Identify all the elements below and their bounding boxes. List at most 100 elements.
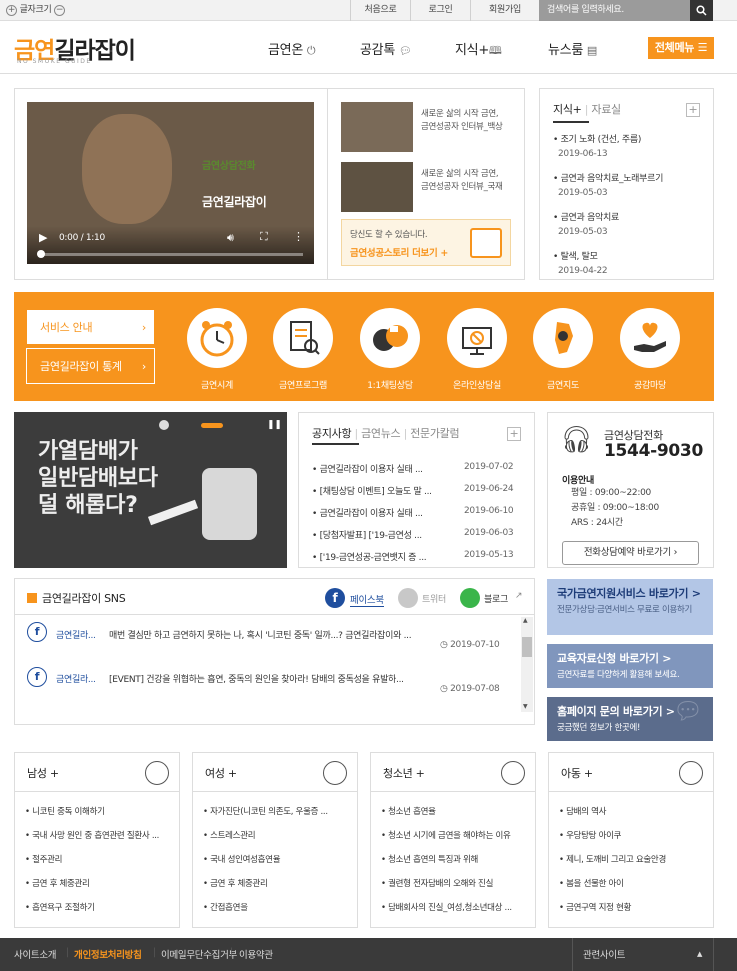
signup-link[interactable]: 회원가입 <box>470 0 539 21</box>
footer-link-terms[interactable]: 이용약관 <box>239 947 273 961</box>
scroll-up-icon[interactable]: ▲ <box>523 617 528 624</box>
tab-news[interactable]: 금연뉴스 <box>361 427 401 440</box>
notice-item[interactable]: • [채팅상담 이벤트] 오늘도 말 ... <box>312 484 432 497</box>
service-label[interactable]: 금연프로그램 <box>253 378 353 391</box>
more-plus-icon[interactable]: + <box>686 103 700 117</box>
knowledge-item[interactable]: • 금연과 음악치료_노래부르기 <box>553 171 663 184</box>
education-material-link[interactable]: 교육자료신청 바로가기 > 금연자료를 다양하게 활용해 보세요. <box>547 644 713 688</box>
monitor-no-smoking-icon[interactable] <box>447 308 507 368</box>
interview-thumbnail[interactable] <box>341 162 413 212</box>
banner-slider[interactable]: ❚❚ 가열담배가 일반담배보다 덜 해롭다? <box>14 412 287 568</box>
footer-link-privacy[interactable]: 개인정보처리방침 <box>74 947 142 961</box>
list-item[interactable]: • 청소년 흡연의 특징과 위해 <box>371 848 535 872</box>
search-button[interactable] <box>690 0 713 21</box>
service-label[interactable]: 금연시계 <box>167 378 267 391</box>
footer-link-about[interactable]: 사이트소개 <box>14 947 57 961</box>
fullscreen-icon[interactable]: ⛶ <box>260 230 268 244</box>
list-item[interactable]: • 흡연욕구 조절하기 <box>15 896 179 920</box>
knowledge-item[interactable]: • 조기 노화 (건선, 주름) <box>553 132 641 145</box>
list-item[interactable]: • 봄을 선물한 아이 <box>549 872 713 896</box>
search-input[interactable]: 검색어를 입력하세요. <box>539 0 690 21</box>
tab-column[interactable]: 전문가칼럼 <box>410 427 459 440</box>
volume-icon[interactable]: 🔊︎ <box>227 231 234 245</box>
list-item[interactable]: • 자가진단(니코틴 의존도, 우울증 ... <box>193 800 357 824</box>
video-progress-bar[interactable] <box>39 253 303 256</box>
service-guide-button[interactable]: 서비스 안내 › <box>26 309 155 345</box>
facebook-icon[interactable]: f <box>325 588 345 608</box>
clipboard-search-icon[interactable] <box>273 308 333 368</box>
post-text[interactable]: 매번 결심만 하고 금연하지 못하는 나, 혹시 '니코틴 중독' 일까...?… <box>109 628 444 641</box>
scrollbar-thumb[interactable] <box>522 637 532 657</box>
font-decrease-icon[interactable]: − <box>54 5 66 16</box>
video-player[interactable]: 금연상담전화 금연길라잡이 ▶ 0:00 / 1:10 🔊︎ ⛶ ⋮ <box>27 102 314 264</box>
login-link[interactable]: 로그인 <box>410 0 470 21</box>
notice-item[interactable]: • 금연길라잡이 이용자 실태 ... <box>312 462 423 475</box>
hand-heart-icon[interactable] <box>620 308 680 368</box>
nav-newsroom[interactable]: 뉴스룸 ▤ <box>548 39 597 58</box>
knowledge-item[interactable]: • 금연과 음악치료 <box>553 210 619 223</box>
pager-dot[interactable] <box>159 420 169 430</box>
list-item[interactable]: • 담배의 역사 <box>549 800 713 824</box>
list-item[interactable]: • 담배회사의 진실_여성,청소년대상 ... <box>371 896 535 920</box>
notice-item[interactable]: • 금연길라잡이 이용자 실태 ... <box>312 506 423 519</box>
list-item[interactable]: • 우당탕탕 아이쿠 <box>549 824 713 848</box>
more-plus-icon[interactable]: + <box>507 427 521 441</box>
list-item[interactable]: • 간접흡연을 <box>193 896 357 920</box>
post-author[interactable]: 금연길라... <box>56 628 96 641</box>
tab-resources[interactable]: 자료실 <box>591 103 621 116</box>
list-item[interactable]: • 청소년 흡연율 <box>371 800 535 824</box>
call-number[interactable]: 1544-9030 <box>604 441 703 461</box>
pager-active[interactable] <box>201 423 223 428</box>
tab-twitter[interactable]: 트위터 <box>422 592 446 605</box>
tab-knowledge[interactable]: 지식+ <box>553 103 582 116</box>
tab-facebook[interactable]: 페이스북 <box>350 592 384 607</box>
map-pin-icon[interactable] <box>533 308 593 368</box>
list-item[interactable]: • 금연 후 체중관리 <box>193 872 357 896</box>
progress-handle[interactable] <box>37 250 45 258</box>
service-label[interactable]: 공감마당 <box>600 378 700 391</box>
list-item[interactable]: • 니코틴 중독 이해하기 <box>15 800 179 824</box>
home-link[interactable]: 처음으로 <box>350 0 410 21</box>
pause-icon[interactable]: ❚❚ <box>267 420 282 430</box>
related-sites-select[interactable]: 관련사이트 ▲ <box>572 938 714 971</box>
category-header[interactable]: 남성 + <box>15 753 179 792</box>
service-label[interactable]: 1:1채팅상담 <box>340 378 440 391</box>
list-item[interactable]: • 궐련형 전자담배의 오해와 진실 <box>371 872 535 896</box>
category-header[interactable]: 여성 + <box>193 753 357 792</box>
footer-link-email[interactable]: 이메일무단수집거부 <box>161 947 237 961</box>
play-icon[interactable]: ▶ <box>39 231 47 244</box>
success-story-link[interactable]: 당신도 할 수 있습니다. 금연성공스토리 더보기 + <box>341 219 511 266</box>
list-item[interactable]: • 금연구역 지정 현황 <box>549 896 713 920</box>
homepage-inquiry-link[interactable]: 홈페이지 문의 바로가기 > 궁금했던 정보가 한곳에! 💬︎ <box>547 697 713 741</box>
nav-talk[interactable]: 공감톡 💬︎ <box>360 39 412 58</box>
service-label[interactable]: 온라인상담실 <box>427 378 527 391</box>
interview-thumbnail[interactable] <box>341 102 413 152</box>
post-author[interactable]: 금연길라... <box>56 672 96 685</box>
chat-heads-icon[interactable] <box>360 308 420 368</box>
all-menu-button[interactable]: 전체메뉴 ☰ <box>648 37 714 59</box>
list-item[interactable]: • 절주관리 <box>15 848 179 872</box>
interview-item[interactable]: 새로운 삶의 시작 금연, 금연성공자 인터뷰_백상 <box>421 108 516 134</box>
category-header[interactable]: 청소년 + <box>371 753 535 792</box>
twitter-icon[interactable] <box>398 588 418 608</box>
font-increase-icon[interactable]: + <box>6 5 17 16</box>
list-item[interactable]: • 청소년 시기에 금연을 해야하는 이유 <box>371 824 535 848</box>
scrollbar-track[interactable] <box>521 617 533 712</box>
tab-blog[interactable]: 블로그 <box>484 592 508 605</box>
nav-quit[interactable]: 금연온 ⏻ <box>268 39 316 58</box>
list-item[interactable]: • 국내 사망 원인 중 흡연관련 질환사 ... <box>15 824 179 848</box>
knowledge-item[interactable]: • 탈색, 탈모 <box>553 249 598 262</box>
blog-icon[interactable] <box>460 588 480 608</box>
scroll-down-icon[interactable]: ▼ <box>523 703 528 710</box>
notice-item[interactable]: • ['19-금연성공-금연뱃지 증 ... <box>312 550 427 563</box>
national-service-link[interactable]: 국가금연지원서비스 바로가기 > 전문가상담·금연서비스 무료로 이용하기 <box>547 579 713 635</box>
category-header[interactable]: 아동 + <box>549 753 713 792</box>
list-item[interactable]: • 제니, 도깨비 그리고 요술안경 <box>549 848 713 872</box>
alarm-clock-icon[interactable] <box>187 308 247 368</box>
service-label[interactable]: 금연지도 <box>513 378 613 391</box>
post-text[interactable]: [EVENT] 건강을 위협하는 흡연, 중독의 원인을 찾아라! 담배의 중독… <box>109 672 444 685</box>
list-item[interactable]: • 국내 성인여성흡연율 <box>193 848 357 872</box>
notice-item[interactable]: • [당첨자발표] ['19-금연성 ... <box>312 528 422 541</box>
tab-notice[interactable]: 공지사항 <box>312 427 352 440</box>
interview-item[interactable]: 새로운 삶의 시작 금연, 금연성공자 인터뷰_국재 <box>421 168 516 194</box>
